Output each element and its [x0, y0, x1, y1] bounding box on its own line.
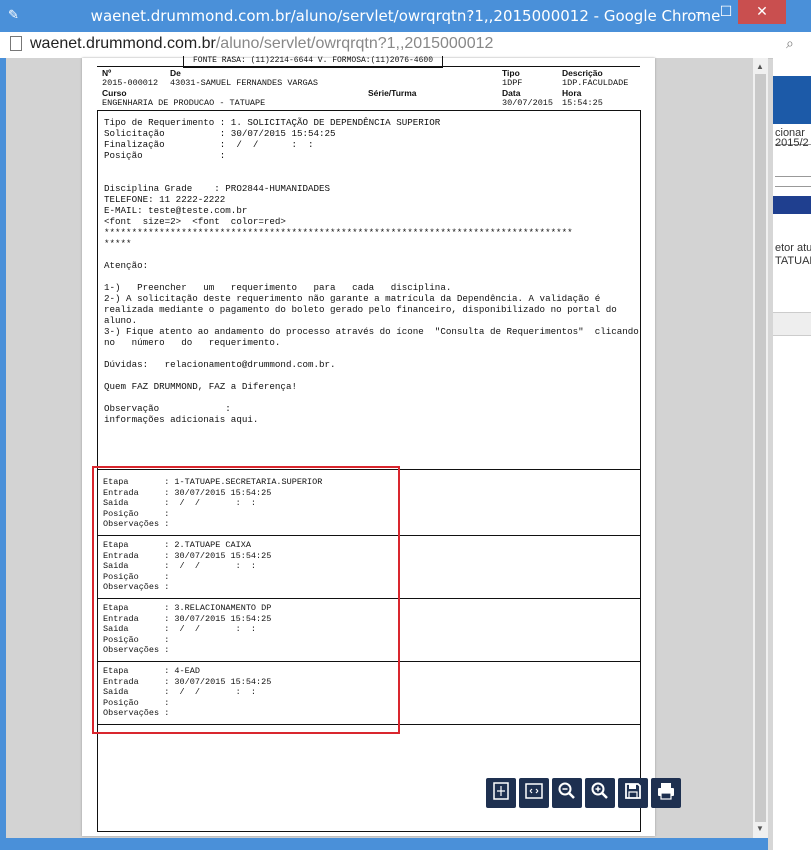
body-line [104, 392, 634, 403]
fit-width-button[interactable] [519, 778, 549, 808]
value-curso: ENGENHARIA DE PRODUCAO - TATUAPE [102, 98, 266, 108]
body-line: Dúvidas: relacionamento@drummond.com.br. [104, 359, 336, 370]
background-header-band [773, 76, 811, 124]
close-button[interactable]: ✕ [738, 0, 786, 24]
body-line [104, 370, 634, 381]
value-no: 2015-000012 [102, 78, 159, 88]
divider [97, 831, 640, 832]
background-divider [775, 186, 811, 187]
body-line: Posição : [104, 150, 226, 161]
label-tipo: Tipo [502, 68, 520, 78]
background-text-2: 2015/2 [775, 137, 809, 149]
body-line: 3-) Fique atento ao andamento do process… [104, 326, 639, 337]
body-line: Solicitação : 30/07/2015 15:54:25 [104, 128, 336, 139]
zoom-in-icon [590, 781, 610, 806]
background-nav-bar [773, 196, 811, 214]
label-hora: Hora [562, 88, 582, 98]
body-line: TELEFONE: 11 2222-2222 [104, 194, 226, 205]
body-line [104, 161, 634, 172]
save-icon [623, 781, 643, 806]
body-line [104, 271, 634, 282]
value-tipo: 1DPF [502, 78, 523, 88]
label-curso: Curso [102, 88, 127, 98]
url-path: /aluno/servlet/owrqrqtn?1,,2015000012 [215, 35, 494, 52]
url-text[interactable]: waenet.drummond.com.br/aluno/servlet/owr… [30, 35, 493, 53]
value-data: 30/07/2015 [502, 98, 554, 108]
address-bar[interactable]: waenet.drummond.com.br/aluno/servlet/owr… [0, 32, 811, 59]
background-panel [773, 312, 811, 336]
body-line: Quem FAZ DRUMMOND, FAZ a Diferença! [104, 381, 297, 392]
value-de: 43031-SAMUEL FERNANDES VARGAS [170, 78, 318, 88]
body-line: 1-) Preencher um requerimento para cada … [104, 282, 452, 293]
body-line: Finalização : / / : : [104, 139, 314, 150]
background-text-4: TATUAPE [775, 255, 811, 267]
body-line [104, 249, 634, 260]
requirement-body: Tipo de Requerimento : 1. SOLICITAÇÃO DE… [104, 117, 639, 425]
highlight-box [92, 466, 400, 734]
body-line: realizada mediante o pagamento do boleto… [104, 304, 617, 315]
magnifier-icon[interactable]: ⌕ [786, 36, 800, 50]
background-divider [775, 176, 811, 177]
label-data: Data [502, 88, 521, 98]
body-line: E-MAIL: teste@teste.com.br [104, 205, 248, 216]
body-line: 2-) A solicitação deste requerimento não… [104, 293, 601, 304]
body-line: Atenção: [104, 260, 149, 271]
background-text-3: etor atua [775, 242, 811, 254]
window-bottom-frame [0, 838, 768, 850]
divider [97, 110, 640, 111]
body-line: ****************************************… [104, 227, 573, 238]
background-app-window: cionar 2015/2 etor atua TATUAPE [773, 58, 811, 850]
minimize-button[interactable]: – [686, 0, 714, 24]
body-line: Tipo de Requerimento : 1. SOLICITAÇÃO DE… [104, 117, 441, 128]
vertical-scrollbar[interactable]: ▲ ▼ [753, 58, 768, 838]
body-line: informações adicionais aqui. [104, 414, 259, 425]
body-line: Observação : [104, 403, 231, 414]
zoom-out-icon [557, 781, 577, 806]
border-right [640, 110, 641, 832]
value-hora: 15:54:25 [562, 98, 603, 108]
print-button[interactable] [651, 778, 681, 808]
scroll-up-icon[interactable]: ▲ [756, 62, 764, 71]
divider [97, 66, 640, 67]
body-line: Disciplina Grade : PRO2844-HUMANIDADES [104, 183, 331, 194]
window-titlebar: ✎ waenet.drummond.com.br/aluno/servlet/o… [0, 0, 811, 32]
body-line [104, 348, 634, 359]
body-line: no número do requerimento. [104, 337, 281, 348]
fit-page-button[interactable] [486, 778, 516, 808]
pdf-toolbar [486, 778, 681, 808]
label-no: Nº [102, 68, 112, 78]
page-icon [10, 36, 22, 51]
body-line: ***** [104, 238, 132, 249]
scrollbar-thumb[interactable] [755, 74, 766, 822]
label-de: De [170, 68, 181, 78]
scroll-down-icon[interactable]: ▼ [756, 824, 764, 833]
label-descricao: Descrição [562, 68, 603, 78]
print-icon [656, 781, 676, 806]
value-descricao: 1DP.FACULDADE [562, 78, 629, 88]
body-line: aluno. [104, 315, 138, 326]
zoom-out-button[interactable] [552, 778, 582, 808]
zoom-in-button[interactable] [585, 778, 615, 808]
maximize-button[interactable]: ☐ [712, 0, 740, 24]
body-line [104, 172, 634, 183]
label-serie: Série/Turma [368, 88, 417, 98]
fit-page-icon [491, 781, 511, 806]
save-button[interactable] [618, 778, 648, 808]
fit-width-icon [524, 781, 544, 806]
url-host: waenet.drummond.com.br [30, 35, 216, 52]
body-line: <font size=2> <font color=red> [104, 216, 286, 227]
